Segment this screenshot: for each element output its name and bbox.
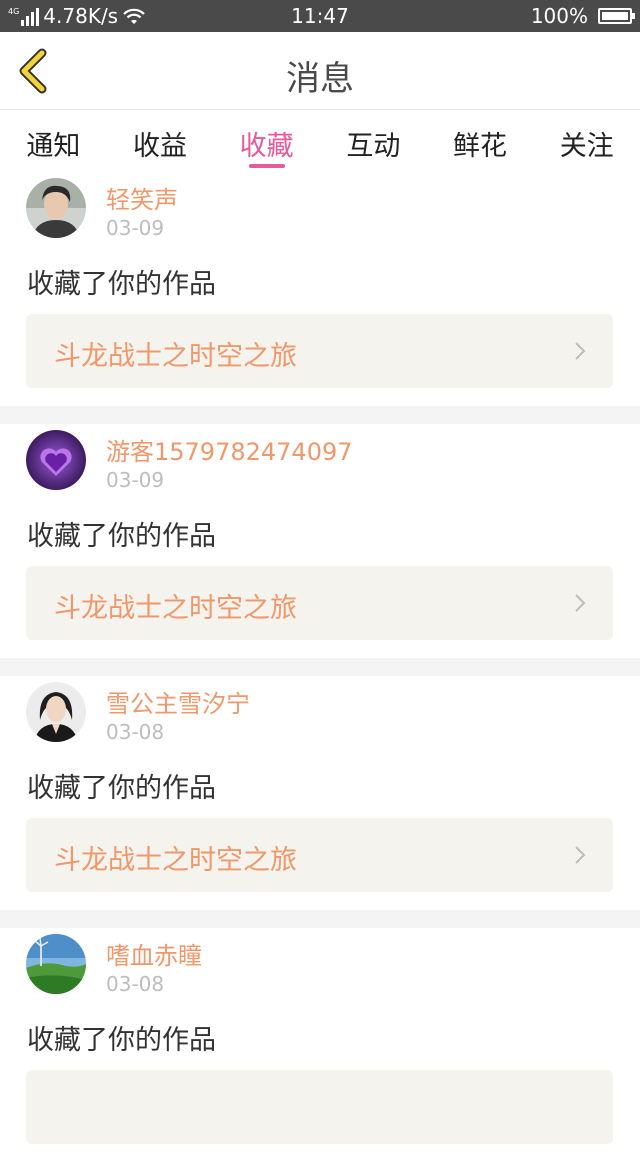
- active-tab-indicator: [248, 164, 285, 168]
- divider: [0, 406, 640, 424]
- avatar[interactable]: [26, 178, 86, 238]
- work-title: 斗龙战士之时空之旅: [54, 845, 297, 876]
- tab-interactions[interactable]: 互动: [320, 110, 427, 172]
- tab-bar: 通知 收益 收藏 互动 鲜花 关注: [0, 110, 640, 172]
- action-text: 收藏了你的作品: [27, 1025, 216, 1056]
- message-date: 03-09: [106, 216, 165, 240]
- tab-follows[interactable]: 关注: [533, 110, 640, 172]
- tab-label: 收益: [133, 131, 187, 162]
- chevron-left-icon[interactable]: [14, 48, 54, 94]
- battery-icon: [598, 8, 635, 24]
- chevron-right-icon: [575, 846, 586, 864]
- status-right: 100%: [530, 4, 635, 28]
- message-date: 03-08: [106, 972, 165, 996]
- tab-label: 鲜花: [453, 131, 508, 162]
- action-text: 收藏了你的作品: [27, 269, 216, 300]
- tab-favorites[interactable]: 收藏: [213, 110, 320, 172]
- divider: [0, 910, 640, 928]
- message-list: 轻笑声 03-09 收藏了你的作品 斗龙战士之时空之旅 游客1579782474…: [0, 172, 640, 1162]
- message-card: 嗜血赤瞳 03-08 收藏了你的作品: [0, 928, 640, 1162]
- page-title: 消息: [286, 59, 354, 99]
- divider: [0, 658, 640, 676]
- message-date: 03-09: [106, 468, 165, 492]
- username[interactable]: 嗜血赤瞳: [106, 936, 202, 971]
- message-card: 轻笑声 03-09 收藏了你的作品 斗龙战士之时空之旅: [0, 172, 640, 406]
- work-link[interactable]: [26, 1070, 613, 1144]
- action-text: 收藏了你的作品: [27, 521, 216, 552]
- work-link[interactable]: 斗龙战士之时空之旅: [26, 566, 613, 640]
- tab-label: 互动: [346, 131, 401, 162]
- work-title: 斗龙战士之时空之旅: [54, 593, 297, 624]
- tab-label: 通知: [26, 131, 81, 162]
- tab-notifications[interactable]: 通知: [0, 110, 107, 172]
- avatar[interactable]: [26, 430, 86, 490]
- purple-heart-avatar-icon: [26, 430, 86, 490]
- status-bar: 4G 4.78K/s 11:47 100%: [0, 0, 640, 32]
- tab-flowers[interactable]: 鲜花: [427, 110, 534, 172]
- username[interactable]: 雪公主雪汐宁: [106, 684, 250, 719]
- username[interactable]: 游客1579782474097: [106, 432, 353, 467]
- portrait-man-avatar-icon: [26, 178, 86, 238]
- portrait-woman-avatar-icon: [26, 682, 86, 742]
- header: 消息: [0, 32, 640, 110]
- work-title: 斗龙战士之时空之旅: [54, 341, 297, 372]
- message-card: 游客1579782474097 03-09 收藏了你的作品 斗龙战士之时空之旅: [0, 424, 640, 658]
- tab-label: 关注: [559, 131, 614, 162]
- work-link[interactable]: 斗龙战士之时空之旅: [26, 818, 613, 892]
- message-card: 雪公主雪汐宁 03-08 收藏了你的作品 斗龙战士之时空之旅: [0, 676, 640, 910]
- tab-label: 收藏: [239, 131, 294, 162]
- chevron-right-icon: [575, 594, 586, 612]
- work-link[interactable]: 斗龙战士之时空之旅: [26, 314, 613, 388]
- username[interactable]: 轻笑声: [106, 180, 178, 215]
- action-text: 收藏了你的作品: [27, 773, 216, 804]
- message-date: 03-08: [106, 720, 165, 744]
- chevron-right-icon: [575, 342, 586, 360]
- landscape-avatar-icon: [26, 934, 86, 994]
- battery-percent: 100%: [530, 4, 588, 28]
- avatar[interactable]: [26, 934, 86, 994]
- avatar[interactable]: [26, 682, 86, 742]
- tab-earnings[interactable]: 收益: [107, 110, 214, 172]
